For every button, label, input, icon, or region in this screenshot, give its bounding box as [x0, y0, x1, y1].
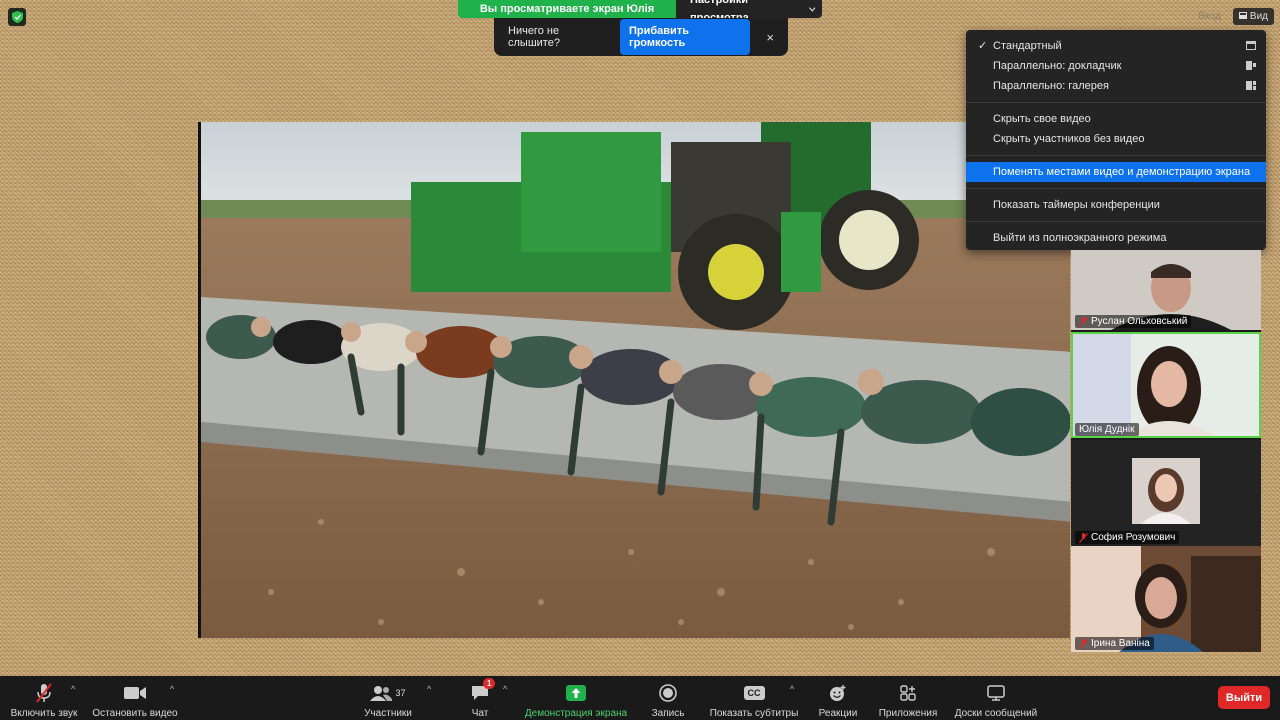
record-icon: [659, 684, 677, 702]
side-by-side-gallery-icon: [1246, 81, 1256, 90]
participant-tile[interactable]: Руслан Ольховський: [1071, 250, 1261, 330]
unmute-button[interactable]: Включить звук: [6, 676, 82, 720]
participant-name-label: Юлія Дуднік: [1075, 423, 1139, 436]
audio-prompt-text: Ничего не слышите?: [508, 25, 560, 49]
apps-icon: [900, 685, 916, 701]
show-captions-label: Показать субтитры: [709, 708, 799, 719]
menu-divider: [966, 188, 1266, 189]
menu-item-label: Поменять местами видео и демонстрацию эк…: [993, 166, 1251, 178]
enter-button[interactable]: Вход: [1193, 8, 1228, 25]
record-button[interactable]: Запись: [646, 676, 690, 720]
closed-captions-icon: CC: [743, 686, 765, 700]
captions-options-caret[interactable]: ^: [790, 684, 794, 694]
audio-prompt-bar: Ничего не слышите? Прибавить громкость ×: [494, 18, 788, 56]
menu-item-label: Выйти из полноэкранного режима: [993, 232, 1167, 244]
mic-muted-icon: [1079, 638, 1088, 649]
share-screen-button[interactable]: Демонстрация экрана: [520, 676, 632, 720]
chat-options-caret[interactable]: ^: [503, 684, 507, 694]
view-settings-button[interactable]: Настройки просмотра: [676, 0, 822, 24]
participant-name-label: Ірина Ваніна: [1075, 637, 1154, 650]
menu-item-label: Параллельно: докладчик: [993, 60, 1122, 72]
participant-name-label: Руслан Ольховський: [1075, 315, 1192, 328]
apps-button[interactable]: Приложения: [876, 676, 940, 720]
participants-options-caret[interactable]: ^: [427, 684, 431, 694]
top-right-controls: Вход Вид: [1193, 8, 1274, 25]
chat-label: Чат: [471, 708, 489, 719]
whiteboards-button[interactable]: Доски сообщений: [950, 676, 1042, 720]
menu-divider: [966, 155, 1266, 156]
standard-layout-icon: [1246, 41, 1256, 50]
menu-item-label: Скрыть участников без видео: [993, 133, 1145, 145]
shared-screen: [198, 122, 1070, 638]
apps-label: Приложения: [878, 708, 938, 719]
menu-item-label: Показать таймеры конференции: [993, 199, 1160, 211]
menu-item-label: Стандартный: [993, 40, 1062, 52]
menu-item-hide-non-video[interactable]: Скрыть участников без видео: [966, 129, 1266, 149]
close-audio-prompt-button[interactable]: ×: [766, 30, 774, 45]
mic-muted-icon: [1079, 316, 1088, 327]
menu-item-show-timers[interactable]: Показать таймеры конференции: [966, 195, 1266, 215]
menu-item-side-by-side-gallery[interactable]: Параллельно: галерея: [966, 76, 1266, 96]
menu-item-hide-self-view[interactable]: Скрыть свое видео: [966, 109, 1266, 129]
participants-label: Участники: [364, 708, 412, 719]
encryption-shield-icon[interactable]: [8, 8, 26, 26]
video-camera-icon: [124, 687, 146, 699]
check-icon: ✓: [978, 40, 988, 52]
participant-gallery: Руслан Ольховський Юлія Дуднік София Роз…: [1071, 250, 1261, 652]
chat-button[interactable]: 1 Чат: [462, 676, 498, 720]
share-banner: Вы просматриваете экран Юлія Дуднік Наст…: [458, 0, 822, 33]
participant-name-label: София Розумович: [1075, 531, 1180, 544]
chevron-down-icon: [809, 6, 816, 12]
participants-button[interactable]: 37 Участники: [360, 676, 416, 720]
mic-muted-icon: [36, 683, 52, 703]
meeting-toolbar: Включить звук ^ Остановить видео ^ 37 Уч…: [0, 676, 1280, 720]
participant-name: Ірина Ваніна: [1091, 638, 1150, 649]
share-screen-icon: [566, 685, 586, 701]
menu-divider: [966, 102, 1266, 103]
view-menu: ✓ Стандартный Параллельно: докладчик Пар…: [966, 30, 1266, 250]
view-grid-icon: [1239, 12, 1248, 19]
audio-options-caret[interactable]: ^: [71, 684, 75, 694]
participant-name: Руслан Ольховський: [1091, 316, 1188, 327]
share-screen-label: Демонстрация экрана: [524, 708, 628, 719]
side-by-side-speaker-icon: [1246, 61, 1256, 70]
participants-count: 37: [395, 688, 406, 698]
menu-item-label: Параллельно: галерея: [993, 80, 1109, 92]
reactions-label: Реакции: [818, 708, 858, 719]
menu-item-side-by-side-speaker[interactable]: Параллельно: докладчик: [966, 56, 1266, 76]
view-button[interactable]: Вид: [1233, 8, 1274, 25]
participant-name: София Розумович: [1091, 532, 1176, 543]
shared-screen-image: [201, 122, 1070, 638]
participant-tile[interactable]: София Розумович: [1071, 440, 1261, 546]
menu-item-label: Скрыть свое видео: [993, 113, 1091, 125]
menu-item-swap-video-share[interactable]: Поменять местами видео и демонстрацию эк…: [966, 162, 1266, 182]
record-label: Запись: [651, 708, 685, 719]
stop-video-label: Остановить видео: [92, 708, 178, 719]
participant-name: Юлія Дуднік: [1079, 424, 1135, 435]
menu-item-standard[interactable]: ✓ Стандартный: [966, 36, 1266, 56]
stop-video-button[interactable]: Остановить видео: [90, 676, 180, 720]
view-button-label: Вид: [1249, 11, 1268, 22]
whiteboards-label: Доски сообщений: [954, 708, 1038, 719]
menu-divider: [966, 221, 1266, 222]
increase-volume-button[interactable]: Прибавить громкость: [620, 19, 751, 55]
show-captions-button[interactable]: CC Показать субтитры: [706, 676, 802, 720]
reactions-smiley-icon: [830, 685, 846, 701]
share-status-text: Вы просматриваете экран Юлія Дуднік: [458, 0, 676, 33]
participant-tile-active-speaker[interactable]: Юлія Дуднік: [1071, 332, 1261, 438]
participant-tile[interactable]: Ірина Ваніна: [1071, 546, 1261, 652]
mic-muted-icon: [1079, 532, 1088, 543]
menu-item-exit-fullscreen[interactable]: Выйти из полноэкранного режима: [966, 228, 1266, 248]
whiteboard-icon: [987, 685, 1005, 701]
participants-icon: [370, 686, 393, 701]
leave-meeting-button[interactable]: Выйти: [1218, 686, 1270, 709]
unmute-label: Включить звук: [10, 708, 78, 719]
reactions-button[interactable]: Реакции: [814, 676, 862, 720]
chat-unread-badge: 1: [483, 678, 496, 689]
video-options-caret[interactable]: ^: [170, 684, 174, 694]
